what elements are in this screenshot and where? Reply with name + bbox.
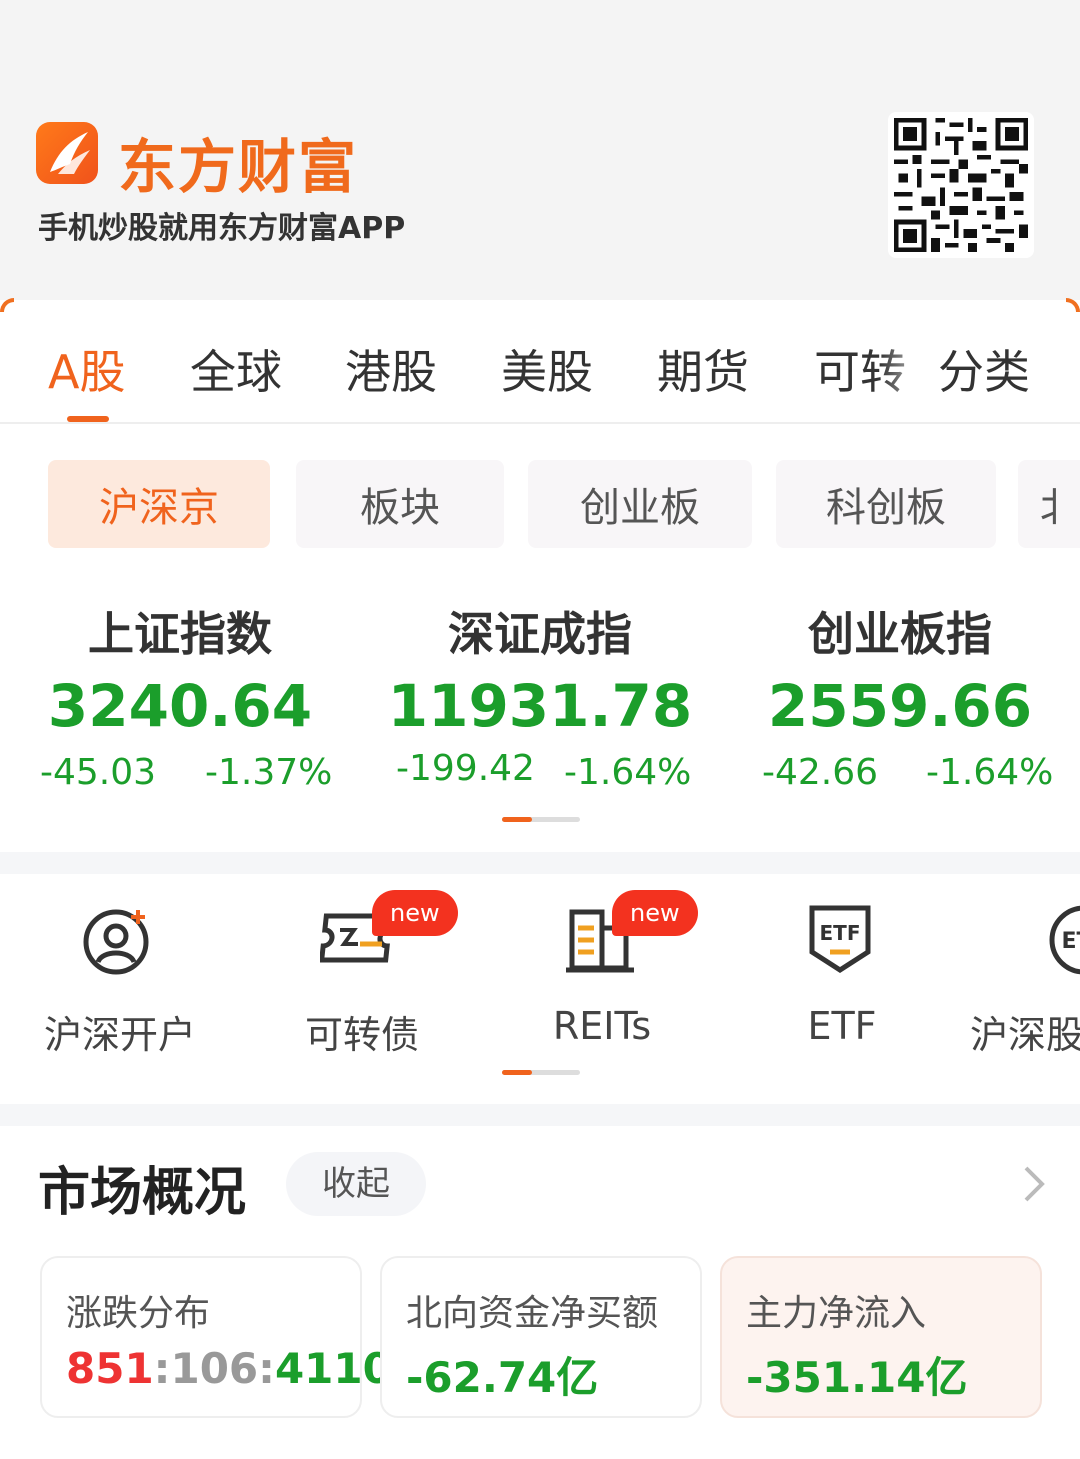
index-value: 11931.78	[387, 672, 693, 740]
index-sh[interactable]: 上证指数	[0, 598, 360, 664]
shortcut-label: 沪深股	[970, 1013, 1080, 1057]
index-name: 深证成指	[448, 607, 632, 661]
card-advance-decline[interactable]: 涨跌分布 851:106:4110	[40, 1256, 392, 1418]
tab-futures[interactable]: 期货	[657, 336, 749, 402]
card-main-inflow[interactable]: 主力净流入 -351.14亿	[720, 1256, 1042, 1418]
segment-hu-shen-jing[interactable]: 沪深京	[48, 460, 270, 548]
index-cyb[interactable]: 创业板指	[720, 598, 1080, 664]
index-pager	[502, 817, 580, 822]
section-divider	[0, 1104, 1080, 1126]
index-change-pct: -1.64%	[564, 752, 692, 793]
user-plus-icon	[80, 900, 160, 980]
segment-sector[interactable]: 板块	[296, 460, 504, 548]
qr-code-icon	[888, 112, 1034, 258]
index-name: 上证指数	[88, 607, 272, 661]
shortcut-pager	[502, 1070, 580, 1075]
tab-category[interactable]: 分类	[938, 336, 1030, 402]
tab-overflow-fade	[880, 326, 940, 406]
index-change-pct: -1.37%	[205, 752, 333, 793]
shortcut-label: 可转债	[304, 1013, 419, 1057]
index-change: -42.66	[762, 752, 879, 793]
new-badge: new	[612, 890, 698, 936]
index-name: 创业板指	[808, 607, 992, 661]
card-label: 涨跌分布	[66, 1293, 211, 1334]
main-inflow-value: -351.14亿	[746, 1353, 968, 1402]
index-change: -199.42	[396, 748, 535, 789]
shortcut-label: 沪深开户	[43, 1013, 196, 1057]
brand-name: 东方财富	[118, 133, 359, 201]
index-change-pct: -1.64%	[926, 752, 1054, 793]
brand-slogan: 手机炒股就用东方财富APP	[38, 211, 406, 246]
eastmoney-logo-icon	[36, 122, 98, 184]
tab-hk[interactable]: 港股	[345, 336, 437, 402]
index-value: 3240.64	[47, 672, 313, 740]
northbound-value: -62.74亿	[406, 1353, 599, 1402]
segment-bei-label: 北	[1040, 475, 1060, 533]
shortcut-label: ETF	[807, 1004, 877, 1048]
section-divider	[0, 852, 1080, 874]
active-tab-indicator	[67, 416, 109, 422]
svg-text:ETF: ETF	[1061, 929, 1080, 954]
index-value: 2559.66	[767, 672, 1033, 740]
chevron-right-icon[interactable]	[1016, 1162, 1052, 1206]
ratio-separator: :	[258, 1344, 275, 1393]
segment-star[interactable]: 科创板	[776, 460, 996, 548]
tab-global[interactable]: 全球	[190, 336, 282, 402]
pager-active-dot	[502, 817, 532, 822]
etf-circle-icon: ETF	[1044, 900, 1080, 980]
advance-decline-value: 851:106:4110	[66, 1344, 392, 1393]
ratio-separator: :	[153, 1344, 171, 1393]
tab-a-share[interactable]: A股	[48, 336, 125, 402]
collapse-button[interactable]: 收起	[286, 1152, 426, 1216]
index-sz[interactable]: 深证成指	[360, 598, 720, 664]
segment-chinext[interactable]: 创业板	[528, 460, 752, 548]
advance-count: 851	[66, 1344, 154, 1393]
index-change: -45.03	[40, 752, 157, 793]
flat-count: 106	[170, 1344, 259, 1393]
tab-us[interactable]: 美股	[501, 336, 593, 402]
decline-count: 4110	[274, 1344, 392, 1393]
segment-bei[interactable]: 北	[1018, 460, 1080, 548]
svg-text:ETF: ETF	[820, 921, 861, 945]
shortcut-hs-stocks[interactable]: ETF	[1000, 900, 1080, 980]
shortcut-label: REITs	[552, 1004, 652, 1048]
market-overview-title: 市场概况	[38, 1163, 247, 1223]
card-northbound[interactable]: 北向资金净买额 -62.74亿	[380, 1256, 702, 1418]
card-label: 主力净流入	[746, 1293, 927, 1334]
shortcut-open-account[interactable]	[20, 900, 220, 980]
pager-active-dot	[502, 1070, 532, 1075]
etf-shield-icon: ETF	[800, 900, 880, 980]
shortcut-etf[interactable]: ETF	[740, 900, 940, 980]
card-label: 北向资金净买额	[406, 1293, 659, 1334]
new-badge: new	[372, 890, 458, 936]
